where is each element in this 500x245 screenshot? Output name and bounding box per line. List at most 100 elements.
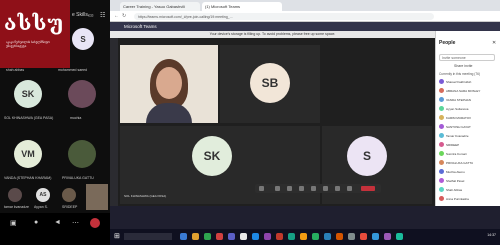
people-list-item[interactable]: VANDA STEPHAN: [439, 96, 497, 103]
system-clock[interactable]: 14:37: [462, 233, 496, 237]
taskbar-app-icon[interactable]: [228, 233, 235, 240]
participant-photo: [68, 140, 96, 168]
people-list-item[interactable]: Anna Purnikasha: [439, 195, 497, 202]
taskbar-app-icon[interactable]: [396, 233, 403, 240]
invite-input[interactable]: Invite someone: [439, 54, 495, 61]
camera-icon[interactable]: ▣: [10, 219, 17, 227]
people-list-item[interactable]: ABRANA SARA MOSLEY: [439, 87, 497, 94]
taskbar-app-icon[interactable]: [252, 233, 259, 240]
taskbar-app-icon[interactable]: [240, 233, 247, 240]
camera-toggle-icon[interactable]: [275, 186, 280, 191]
raise-hand-icon[interactable]: [323, 186, 328, 191]
browser-tab-bar: Career Training - Yasuo Gabashvili (1) M…: [110, 0, 500, 11]
people-list-item[interactable]: Ayyan Sultanova: [439, 105, 497, 112]
speaker-body: [146, 103, 192, 123]
browser-tab-active[interactable]: (1) Microsoft Teams: [202, 2, 282, 11]
taskbar-app-icon[interactable]: [204, 233, 211, 240]
participant-name: tamar kvanadze: [4, 205, 29, 209]
people-list-item[interactable]: Sumitra Kumari: [439, 150, 497, 157]
close-icon[interactable]: ✕: [492, 40, 496, 46]
participants-icon[interactable]: [347, 186, 352, 191]
people-list-item[interactable]: Shareef Fakhrulloh: [439, 78, 497, 85]
person-avatar: [439, 142, 444, 147]
participant-name: SOL KHINASHWA (GEA PASA): [4, 116, 54, 120]
back-icon[interactable]: ←: [114, 13, 119, 19]
participant-tile: mohammed saeed: [58, 68, 87, 72]
teams-title-bar: Microsoft Teams: [110, 22, 500, 31]
windows-taskbar: ⊞ 14:37: [110, 206, 500, 245]
more-icon[interactable]: ⋯: [72, 219, 79, 227]
people-list-item[interactable]: Shah Abbas: [439, 186, 497, 193]
address-bar-row: ← ↻ https://teams.microsoft.com/_#/pre-j…: [110, 11, 500, 22]
start-icon[interactable]: ⊞: [114, 232, 120, 240]
participant-photo: [8, 188, 22, 202]
more-actions-icon[interactable]: [311, 186, 316, 191]
taskbar-app-icon[interactable]: [276, 233, 283, 240]
taskbar-app-icon[interactable]: [264, 233, 271, 240]
people-list-item[interactable]: SRIDEEP: [439, 141, 497, 148]
taskbar-app-icon[interactable]: [348, 233, 355, 240]
person-avatar: [439, 88, 444, 93]
person-name: Sheffali Pavel: [446, 178, 465, 183]
person-name: KARIM MURATOV: [446, 115, 472, 120]
phone-people-icon[interactable]: ☷: [100, 12, 105, 19]
taskbar-app-icon[interactable]: [336, 233, 343, 240]
taskbar-app-icon[interactable]: [180, 233, 187, 240]
leave-button[interactable]: [361, 186, 375, 191]
speaker-icon[interactable]: ◄: [54, 219, 61, 226]
share-screen-icon[interactable]: [299, 186, 304, 191]
people-list-item[interactable]: KARIM MURATOV: [439, 114, 497, 121]
taskbar-app-icon[interactable]: [360, 233, 367, 240]
android-nav-bar: [0, 237, 110, 245]
reload-icon[interactable]: ↻: [122, 13, 126, 19]
meeting-stage: SB SK SOL KHINASHWA (GEA PASA) S: [110, 38, 435, 206]
person-avatar: [439, 151, 444, 156]
people-list-item[interactable]: PRIVALUKA GATTU: [439, 159, 497, 166]
taskbar-app-icon[interactable]: [324, 233, 331, 240]
phone-chat-icon[interactable]: ▭: [88, 12, 94, 19]
mic-icon[interactable]: ●: [34, 219, 38, 226]
participant-name: Ayyan S.: [34, 205, 48, 209]
chat-icon[interactable]: [335, 186, 340, 191]
participant-avatar: SK: [192, 136, 232, 176]
participant-photo: [62, 188, 76, 202]
taskbar-app-icon[interactable]: [192, 233, 199, 240]
person-name: Tamar Kvanadze: [446, 133, 469, 138]
timer-icon: [259, 186, 264, 191]
participant-name: VANDA (STEPHAN KHARAM): [4, 176, 52, 180]
share-invite-button[interactable]: Share invite: [454, 64, 472, 68]
people-list-item[interactable]: Tamar Kvanadze: [439, 132, 497, 139]
people-list-item[interactable]: SANTOSH GAYAT: [439, 123, 497, 130]
hang-up-button[interactable]: [90, 218, 100, 228]
people-list-item[interactable]: Muchia Alemu: [439, 168, 497, 175]
taskbar-app-icon[interactable]: [312, 233, 319, 240]
taskbar-app-icon[interactable]: [216, 233, 223, 240]
logo-subtitle: აკაკი წერეთლის სახელმწიფო უნივერსიტეტი: [6, 40, 50, 48]
person-avatar: [439, 169, 444, 174]
taskbar-app-icon[interactable]: [288, 233, 295, 240]
person-avatar: [439, 160, 444, 165]
person-avatar: [439, 115, 444, 120]
taskbar-app-icon[interactable]: [384, 233, 391, 240]
person-avatar: [439, 196, 444, 201]
logo-letters: ასსუ: [4, 10, 65, 35]
speaker-video: [120, 45, 218, 123]
person-avatar: [439, 97, 444, 102]
person-avatar: [439, 178, 444, 183]
person-name: ABRANA SARA MOSLEY: [446, 88, 481, 93]
search-input[interactable]: [124, 233, 172, 240]
person-name: Shareef Fakhrulloh: [446, 79, 472, 84]
taskbar-upper: [110, 206, 500, 229]
people-list-item[interactable]: Sheffali Pavel: [439, 177, 497, 184]
mic-toggle-icon[interactable]: [287, 186, 292, 191]
participant-avatar: SK: [14, 80, 42, 108]
participant-avatar: SB: [250, 63, 290, 103]
taskbar-app-icon[interactable]: [300, 233, 307, 240]
participant-avatar: S: [347, 136, 387, 176]
person-name: PRIVALUKA GATTU: [446, 160, 474, 165]
app-title: Microsoft Teams: [124, 23, 157, 29]
taskbar-app-icon[interactable]: [372, 233, 379, 240]
url-input[interactable]: https://teams.microsoft.com/_#/pre-join-…: [134, 13, 434, 20]
self-video: [86, 184, 108, 210]
browser-tab[interactable]: Career Training - Yasuo Gabashvili: [120, 2, 200, 11]
